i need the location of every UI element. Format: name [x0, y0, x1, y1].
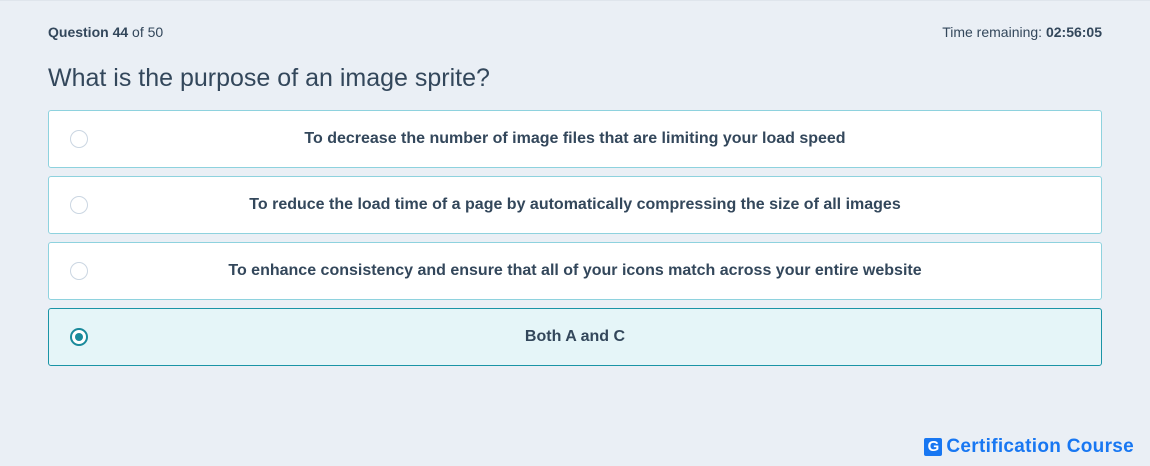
brand-logo: G Certification Course [924, 436, 1134, 457]
question-counter-total: of 50 [132, 24, 164, 40]
answer-option-label: To reduce the load time of a page by aut… [249, 196, 901, 213]
answer-option-b[interactable]: To reduce the load time of a page by aut… [48, 176, 1102, 234]
answer-option-d[interactable]: Both A and C [48, 308, 1102, 366]
radio-button[interactable] [70, 328, 88, 346]
time-remaining-value: 02:56:05 [1045, 24, 1102, 40]
question-counter-number: 44 [112, 24, 129, 40]
answer-options: To decrease the number of image files th… [48, 110, 1102, 374]
question-counter: Question 44 of 50 [48, 24, 163, 40]
time-remaining: Time remaining: 02:56:05 [942, 24, 1102, 40]
radio-button[interactable] [70, 196, 88, 214]
answer-option-c[interactable]: To enhance consistency and ensure that a… [48, 242, 1102, 300]
brand-name: Certification Course [946, 436, 1134, 457]
radio-button[interactable] [70, 262, 88, 280]
g-logo-icon: G [924, 438, 943, 456]
time-remaining-label: Time remaining: [942, 24, 1043, 40]
answer-option-label: To decrease the number of image files th… [304, 130, 846, 147]
top-divider [0, 0, 1150, 1]
radio-button[interactable] [70, 130, 88, 148]
answer-option-label: To enhance consistency and ensure that a… [228, 262, 922, 279]
answer-option-label: Both A and C [524, 328, 626, 345]
question-text: What is the purpose of an image sprite? [48, 64, 490, 92]
answer-option-a[interactable]: To decrease the number of image files th… [48, 110, 1102, 168]
quiz-header: Question 44 of 50 Time remaining: 02:56:… [48, 24, 1102, 42]
question-counter-label: Question [48, 24, 109, 40]
